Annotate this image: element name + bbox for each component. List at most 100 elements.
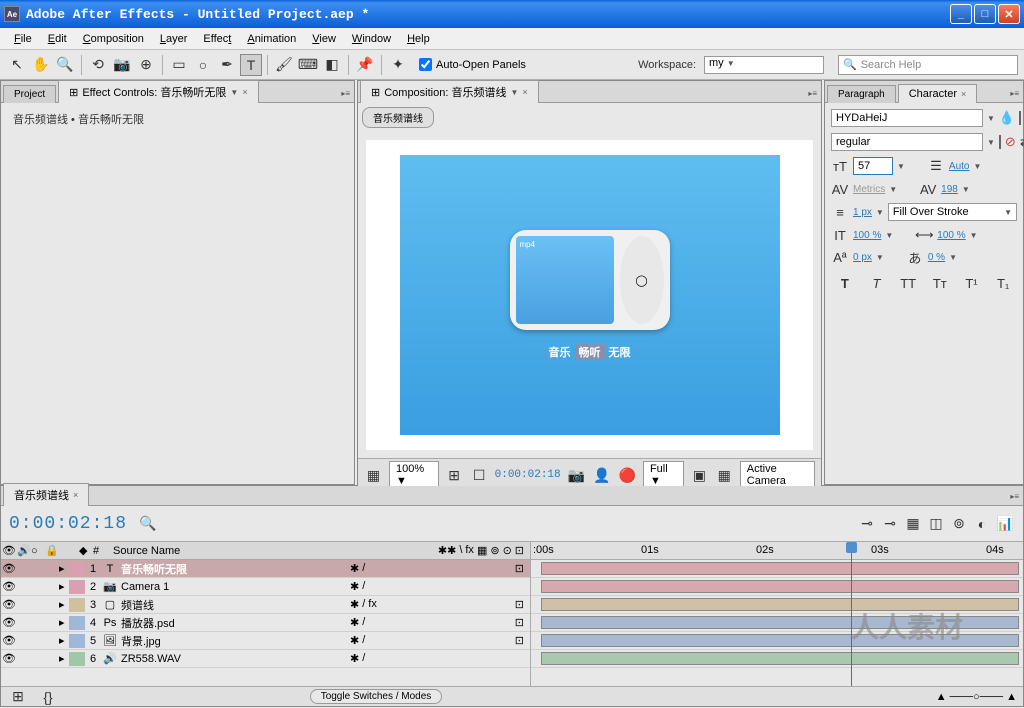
color-mgmt-icon[interactable]: 🔴 bbox=[618, 464, 637, 486]
roi-icon[interactable]: ▣ bbox=[690, 464, 709, 486]
subscript-button[interactable]: T₁ bbox=[994, 275, 1012, 291]
layer-label[interactable] bbox=[69, 634, 85, 648]
tab-paragraph[interactable]: Paragraph bbox=[827, 85, 896, 103]
tab-composition[interactable]: ⊞ Composition: 音乐频谱线 ▼ × bbox=[360, 80, 539, 103]
layer-name[interactable]: ZR558.WAV bbox=[119, 653, 350, 665]
channel-icon[interactable]: 👤 bbox=[592, 464, 611, 486]
stroke-color-swatch[interactable] bbox=[999, 135, 1001, 149]
layer-name[interactable]: Camera 1 bbox=[119, 581, 350, 593]
pan-behind-tool[interactable]: ⊕ bbox=[135, 54, 157, 76]
composition-text-layer[interactable]: 音乐 畅听 无限 bbox=[549, 344, 631, 360]
layer-row[interactable]: 👁▸1T音乐畅听无限✱/⊡ bbox=[1, 560, 530, 578]
hand-tool[interactable]: ✋ bbox=[30, 54, 52, 76]
selection-tool[interactable]: ↖ bbox=[6, 54, 28, 76]
camera-select[interactable]: Active Camera bbox=[740, 461, 815, 489]
close-button[interactable]: ✕ bbox=[998, 4, 1020, 24]
auto-open-panels-checkbox[interactable]: Auto-Open Panels bbox=[419, 58, 526, 71]
menu-file[interactable]: File bbox=[6, 31, 40, 47]
toggle-switches-button[interactable]: Toggle Switches / Modes bbox=[310, 689, 443, 704]
source-name-header[interactable]: Source Name bbox=[109, 545, 350, 557]
tab-project[interactable]: Project bbox=[3, 85, 56, 103]
stroke-mode-select[interactable]: Fill Over Stroke▼ bbox=[888, 203, 1017, 221]
timeline-timecode[interactable]: 0:00:02:18 bbox=[9, 514, 127, 534]
comp-mini-flowchart-icon[interactable]: ⊸ bbox=[857, 514, 877, 534]
leading-value[interactable]: Auto bbox=[949, 161, 970, 172]
close-icon[interactable]: × bbox=[242, 87, 247, 97]
panel-menu-icon[interactable]: ▸≡ bbox=[337, 85, 354, 102]
font-size-input[interactable] bbox=[853, 157, 893, 175]
layer-label[interactable] bbox=[69, 598, 85, 612]
layer-label[interactable] bbox=[69, 652, 85, 666]
layer-name[interactable]: 音乐畅听无限 bbox=[119, 561, 350, 577]
fill-color-swatch[interactable] bbox=[1019, 111, 1021, 125]
eyedropper-icon[interactable]: 💧 bbox=[999, 110, 1015, 126]
comp-breadcrumb[interactable]: 音乐频谱线 bbox=[362, 107, 434, 128]
search-icon[interactable]: 🔍 bbox=[137, 513, 159, 535]
close-icon[interactable]: × bbox=[522, 87, 527, 97]
visibility-toggle[interactable]: 👁 bbox=[1, 634, 17, 647]
time-ruler[interactable]: :00s 01s 02s 03s 04s bbox=[531, 542, 1023, 560]
layer-label[interactable] bbox=[69, 616, 85, 630]
rotation-tool[interactable]: ⟲ bbox=[87, 54, 109, 76]
comp-timecode[interactable]: 0:00:02:18 bbox=[495, 469, 561, 481]
stroke-width-value[interactable]: 1 px bbox=[853, 207, 872, 218]
fx-badge[interactable]: fx bbox=[368, 598, 377, 611]
layer-track[interactable] bbox=[531, 650, 1023, 668]
snapshot-icon[interactable]: 📷 bbox=[567, 464, 586, 486]
panel-menu-icon[interactable]: ▸≡ bbox=[1006, 85, 1023, 102]
layer-label[interactable] bbox=[69, 562, 85, 576]
layer-row[interactable]: 👁▸5🖼背景.jpg✱/⊡ bbox=[1, 632, 530, 650]
tab-effect-controls[interactable]: ⊞ Effect Controls: 音乐畅听无限 ▼ × bbox=[58, 80, 258, 103]
graph-editor-icon[interactable]: 📊 bbox=[995, 514, 1015, 534]
type-tool[interactable]: T bbox=[240, 54, 262, 76]
font-style-input[interactable] bbox=[831, 133, 983, 151]
search-help-input[interactable]: 🔍 Search Help bbox=[838, 55, 1018, 75]
minimize-button[interactable]: _ bbox=[950, 4, 972, 24]
layer-name[interactable]: 播放器.psd bbox=[119, 615, 350, 631]
maximize-button[interactable]: □ bbox=[974, 4, 996, 24]
layer-row[interactable]: 👁▸4Ps播放器.psd✱/⊡ bbox=[1, 614, 530, 632]
toggle-icon[interactable]: {} bbox=[37, 686, 59, 708]
tsume-value[interactable]: 0 % bbox=[928, 252, 945, 263]
visibility-toggle[interactable]: 👁 bbox=[1, 562, 17, 575]
menu-animation[interactable]: Animation bbox=[239, 31, 304, 47]
brush-tool[interactable]: 🖌 bbox=[273, 54, 295, 76]
layer-row[interactable]: 👁▸6🔊ZR558.WAV✱/ bbox=[1, 650, 530, 668]
layer-label[interactable] bbox=[69, 580, 85, 594]
visibility-toggle[interactable]: 👁 bbox=[1, 652, 17, 665]
menu-effect[interactable]: Effect bbox=[195, 31, 239, 47]
panel-menu-icon[interactable]: ▸≡ bbox=[804, 85, 821, 102]
rectangle-tool[interactable]: ▭ bbox=[168, 54, 190, 76]
font-family-input[interactable] bbox=[831, 109, 983, 127]
mask-icon[interactable]: ☐ bbox=[470, 464, 489, 486]
visibility-toggle[interactable]: 👁 bbox=[1, 598, 17, 611]
grid-icon[interactable]: ▦ bbox=[364, 464, 383, 486]
resolution-select[interactable]: Full ▼ bbox=[643, 461, 684, 489]
no-stroke-icon[interactable]: ⊘ bbox=[1005, 134, 1016, 150]
kerning-value[interactable]: Metrics bbox=[853, 184, 885, 195]
allcaps-button[interactable]: TT bbox=[899, 275, 917, 291]
tab-timeline-comp[interactable]: 音乐频谱线 × bbox=[3, 483, 89, 506]
eraser-tool[interactable]: ◧ bbox=[321, 54, 343, 76]
tab-character[interactable]: Character × bbox=[898, 84, 978, 103]
layer-row[interactable]: 👁▸3▢频谱线✱/fx⊡ bbox=[1, 596, 530, 614]
clone-tool[interactable]: ⌨ bbox=[297, 54, 319, 76]
hscale-value[interactable]: 100 % bbox=[937, 230, 965, 241]
expand-icon[interactable]: ⊞ bbox=[7, 686, 29, 708]
composition-viewer[interactable]: mp4 ◯ 音乐 畅听 无限 bbox=[366, 140, 813, 450]
menu-view[interactable]: View bbox=[304, 31, 344, 47]
layer-bar[interactable] bbox=[541, 580, 1019, 593]
transparency-icon[interactable]: ▦ bbox=[715, 464, 734, 486]
layer-name[interactable]: 背景.jpg bbox=[119, 633, 350, 649]
pen-tool[interactable]: ✒ bbox=[216, 54, 238, 76]
ellipse-tool[interactable]: ○ bbox=[192, 54, 214, 76]
draft3d-icon[interactable]: ⊸ bbox=[880, 514, 900, 534]
bold-button[interactable]: T bbox=[836, 275, 854, 291]
brainstorm-icon[interactable]: ◐ bbox=[972, 514, 992, 534]
layer-track[interactable] bbox=[531, 560, 1023, 578]
layer-name[interactable]: 频谱线 bbox=[119, 597, 350, 613]
baseline-value[interactable]: 0 px bbox=[853, 252, 872, 263]
swap-colors-icon[interactable]: ⇄ bbox=[1020, 134, 1024, 150]
menu-layer[interactable]: Layer bbox=[152, 31, 196, 47]
tracking-value[interactable]: 198 bbox=[941, 184, 958, 195]
